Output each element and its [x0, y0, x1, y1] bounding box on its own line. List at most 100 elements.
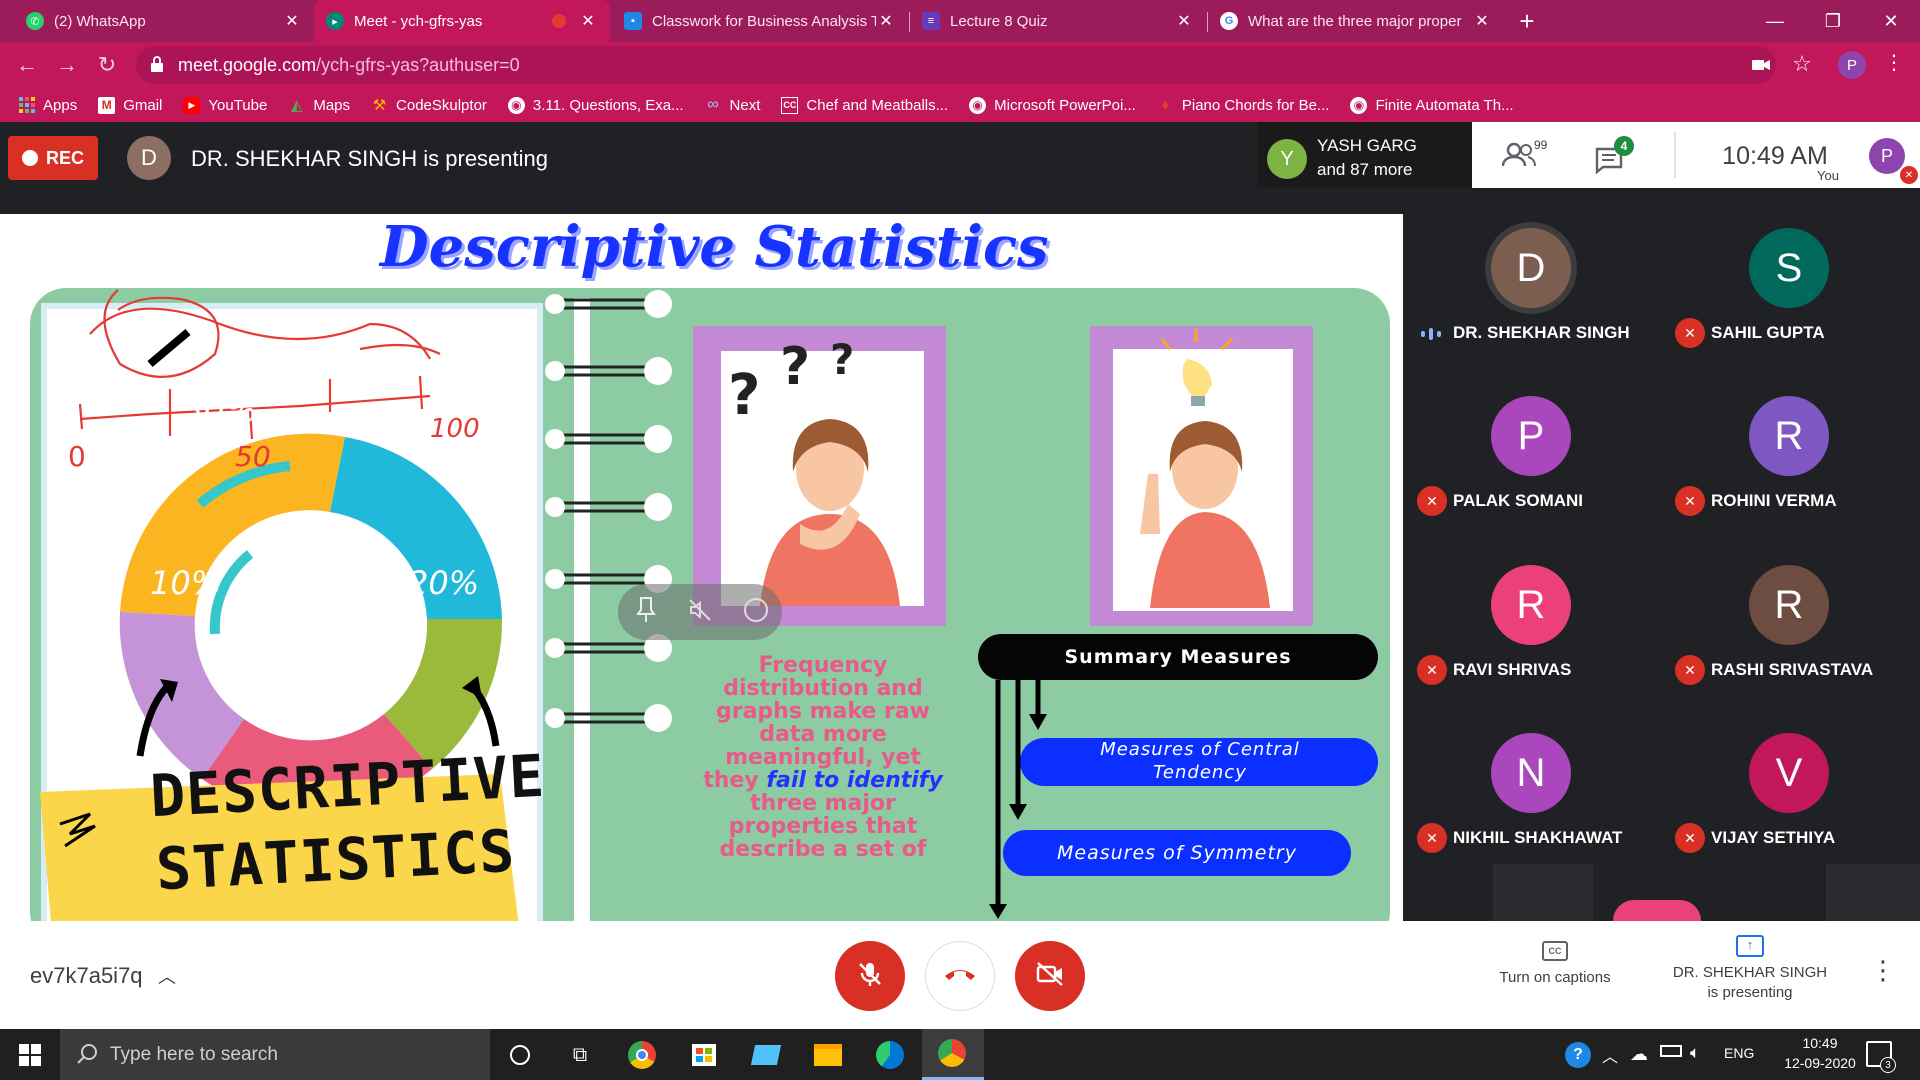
- meeting-clock: 10:49 AM: [1722, 142, 1828, 170]
- task-view-icon[interactable]: ⧉: [562, 1037, 598, 1073]
- cortana-icon[interactable]: [502, 1037, 538, 1073]
- help-icon[interactable]: ?: [1565, 1042, 1591, 1068]
- close-tab-icon[interactable]: ✕: [876, 11, 896, 31]
- self-label: You: [1817, 168, 1839, 183]
- people-button[interactable]: 99: [1501, 138, 1554, 178]
- close-window-button[interactable]: ✕: [1862, 0, 1920, 42]
- central-tendency-label: Measures of Central Tendency: [1100, 739, 1300, 783]
- tab-meet[interactable]: ▸ Meet - ych-gfrs-yas ✕: [314, 0, 610, 42]
- presenter-initial: D: [141, 145, 157, 170]
- bookmark-maps[interactable]: ◭ Maps: [288, 96, 351, 115]
- chrome-profile-taskbar-button[interactable]: [922, 1029, 984, 1080]
- participant-name: RASHI SRIVASTAVA: [1711, 660, 1874, 679]
- mic-toggle-button[interactable]: [835, 941, 905, 1011]
- bookmark-next[interactable]: ∞ Next: [705, 96, 760, 114]
- participant-avatar: R: [1749, 396, 1829, 476]
- captions-button[interactable]: CC Turn on captions: [1485, 941, 1625, 986]
- participant-tile[interactable]: D DR. SHEKHAR SINGH: [1403, 214, 1661, 382]
- pin-icon[interactable]: [636, 594, 656, 624]
- participant-initial: R: [1774, 582, 1804, 627]
- camera-toggle-button[interactable]: [1015, 941, 1085, 1011]
- ring-spine: [574, 298, 590, 921]
- file-explorer-icon[interactable]: [810, 1037, 846, 1073]
- browser-toolbar: ← → ↻ meet.google.com/ych-gfrs-yas?authu…: [0, 42, 1920, 88]
- bookmark-automata[interactable]: ◉ Finite Automata Th...: [1350, 96, 1514, 114]
- windows-start-icon[interactable]: [12, 1037, 48, 1073]
- self-avatar[interactable]: P: [1869, 138, 1905, 174]
- meet-bottom-bar: ev7k7a5i7q ︿ CC Turn on captions ↑ DR. S…: [0, 921, 1920, 1029]
- volume-icon[interactable]: 🔈︎: [1690, 1043, 1700, 1063]
- leave-call-button[interactable]: [925, 941, 995, 1011]
- record-dot-icon: [21, 150, 38, 166]
- participant-initial: P: [1517, 413, 1545, 458]
- participant-tile[interactable]: R ✕ ROHINI VERMA: [1661, 382, 1919, 550]
- restore-button[interactable]: ❐: [1804, 0, 1862, 42]
- chat-badge: 4: [1614, 136, 1634, 156]
- bookmark-label: Maps: [313, 96, 351, 114]
- close-tab-icon[interactable]: ✕: [282, 11, 302, 31]
- bookmark-powerpoint[interactable]: ◉ Microsoft PowerPoi...: [969, 96, 1136, 114]
- forward-button[interactable]: →: [52, 50, 82, 80]
- more-options-icon[interactable]: ⋮: [1870, 955, 1896, 986]
- bookmark-codechef[interactable]: CC Chef and Meatballs...: [781, 96, 948, 114]
- bookmark-piano[interactable]: ♦ Piano Chords for Be...: [1157, 97, 1330, 114]
- tab-quiz[interactable]: ≡ Lecture 8 Quiz ✕: [910, 0, 1206, 42]
- address-bar[interactable]: meet.google.com/ych-gfrs-yas?authuser=0: [136, 46, 1776, 84]
- close-tab-icon[interactable]: ✕: [1472, 11, 1492, 31]
- tab-whatsapp[interactable]: ✆ (2) WhatsApp ✕: [14, 0, 314, 42]
- profile-avatar[interactable]: P: [1838, 51, 1866, 79]
- meeting-details-chevron-icon[interactable]: ︿: [158, 963, 176, 989]
- participant-avatar: N: [1491, 733, 1571, 813]
- bookmark-gmail[interactable]: M Gmail: [98, 96, 162, 114]
- participant-tile[interactable]: R ✕ RAVI SHRIVAS: [1403, 551, 1661, 719]
- camera-blocked-icon[interactable]: [1750, 54, 1772, 76]
- donut-label: 10%: [150, 564, 222, 602]
- taskbar-clock[interactable]: 10:49 12-09-2020: [1775, 1033, 1865, 1073]
- bookmark-star-icon[interactable]: ☆: [1789, 51, 1815, 77]
- participant-tile[interactable]: R ✕ RASHI SRIVASTAVA: [1661, 551, 1919, 719]
- participant-tile[interactable]: N ✕ NIKHIL SHAKHAWAT: [1403, 719, 1661, 887]
- edge-icon[interactable]: [872, 1037, 908, 1073]
- participant-tile[interactable]: V ✕ VIJAY SETHIYA: [1661, 719, 1919, 887]
- show-hidden-icons-chevron[interactable]: ︿: [1602, 1043, 1618, 1067]
- reload-button[interactable]: ↻: [92, 50, 122, 80]
- language-indicator[interactable]: ENG: [1724, 1045, 1754, 1061]
- present-now-button[interactable]: ↑ DR. SHEKHAR SINGH is presenting: [1655, 935, 1845, 1003]
- back-button[interactable]: ←: [12, 50, 42, 80]
- minimize-button[interactable]: —: [1746, 0, 1804, 42]
- bookmark-label: Finite Automata Th...: [1375, 96, 1514, 114]
- participant-tile[interactable]: P ✕ PALAK SOMANI: [1403, 382, 1661, 550]
- participant-tile[interactable]: S ✕ SAHIL GUPTA: [1661, 214, 1919, 382]
- bookmark-apps[interactable]: Apps: [18, 97, 77, 114]
- chrome-taskbar-icon[interactable]: [624, 1037, 660, 1073]
- infinity-icon: ∞: [707, 96, 719, 113]
- participants-preview[interactable]: Y YASH GARG and 87 more: [1257, 122, 1472, 188]
- classroom-icon: ▪: [624, 12, 642, 30]
- tab-google-search[interactable]: G What are the three major proper ✕: [1208, 0, 1504, 42]
- bookmark-codeskulptor[interactable]: ⚒ CodeSkulptor: [371, 97, 487, 115]
- store-icon[interactable]: [686, 1037, 722, 1073]
- mute-presenter-icon[interactable]: [688, 598, 712, 622]
- battery-icon[interactable]: [1660, 1045, 1682, 1057]
- mic-off-icon: ✕: [1675, 823, 1705, 853]
- recording-button[interactable]: REC: [8, 136, 98, 180]
- chrome-menu-icon[interactable]: ⋮: [1884, 50, 1904, 80]
- bookmark-questions[interactable]: ◉ 3.11. Questions, Exa...: [507, 96, 684, 114]
- close-tab-icon[interactable]: ✕: [578, 11, 598, 31]
- participants-panel: D DR. SHEKHAR SINGH S ✕ SAHIL GUPTA P ✕ …: [1403, 214, 1920, 921]
- remove-presenter-icon[interactable]: [744, 598, 768, 622]
- tab-title: Lecture 8 Quiz: [950, 12, 1048, 30]
- globe-icon: ◉: [969, 96, 987, 114]
- self-initial: P: [1880, 145, 1893, 166]
- chat-button[interactable]: 4: [1592, 136, 1642, 180]
- bookmark-youtube[interactable]: ▶ YouTube: [183, 96, 267, 114]
- new-tab-button[interactable]: +: [1512, 6, 1542, 36]
- present-screen-icon: ↑: [1736, 935, 1764, 957]
- onedrive-icon[interactable]: ☁: [1630, 1044, 1648, 1065]
- close-tab-icon[interactable]: ✕: [1174, 11, 1194, 31]
- body-line: they fail to identify: [693, 769, 953, 792]
- svg-text:?: ?: [728, 363, 760, 428]
- teams-icon[interactable]: [748, 1037, 784, 1073]
- tab-classroom[interactable]: ▪ Classwork for Business Analysis T ✕: [612, 0, 908, 42]
- taskbar-search-box[interactable]: Type here to search: [60, 1029, 490, 1080]
